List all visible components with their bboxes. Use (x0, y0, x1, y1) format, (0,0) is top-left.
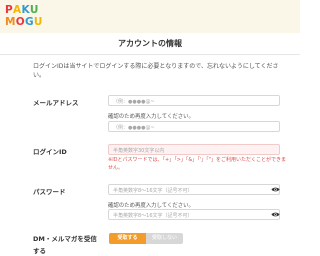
password-placeholder: 半角英数字8～16文字（記号不可） (113, 187, 193, 194)
login-id-placeholder: 半角英数字30文字以内 (113, 147, 165, 154)
page-title: アカウントの情報 (118, 39, 182, 48)
logo-letter: M (5, 16, 16, 28)
logo-letter: P (5, 4, 13, 16)
email-placeholder: （例：●●●●@~ (113, 98, 155, 105)
logo-letter: O (15, 16, 25, 28)
eye-icon[interactable] (271, 211, 280, 218)
logo-letter: U (29, 4, 39, 16)
login-id-label: ログインID (33, 148, 67, 156)
password-field[interactable]: 半角英数字8～16文字（記号不可） (108, 184, 280, 195)
login-id-error: ※IDとパスワードでは、「+」「>」「&」「'」「"」をご利用いただくことができ… (108, 157, 286, 171)
email-confirm-field[interactable]: （例：●●●●@~ (108, 121, 280, 132)
pakumogu-logo[interactable]: PAKU MOGU (5, 2, 42, 30)
password-confirm-placeholder: 半角英数字8～16文字（記号不可） (113, 212, 193, 219)
logo-row-2: MOGU (5, 16, 43, 28)
eye-icon[interactable] (271, 186, 280, 193)
password-confirm-field[interactable]: 半角英数字8～16文字（記号不可） (108, 209, 280, 220)
email-confirm-note: 確認のため再度入力してください。 (108, 114, 194, 120)
title-divider (0, 54, 300, 55)
newsletter-label-line1: DM・メルマガを受信 (33, 235, 97, 243)
logo-row-1: PAKU (5, 4, 39, 16)
logo-letter: U (33, 16, 43, 28)
intro-text: ログインIDは当サイトでログインする際に必要となりますので、忘れないようにしてく… (33, 63, 279, 79)
logo-letter: G (24, 16, 34, 28)
newsletter-yes-button[interactable]: 受取する (109, 233, 146, 244)
email-confirm-placeholder: （例：●●●●@~ (113, 124, 155, 131)
password-confirm-note: 確認のため再度入力してください。 (108, 203, 194, 209)
email-label: メールアドレス (33, 99, 79, 107)
logo-letter: K (21, 4, 30, 16)
email-field[interactable]: （例：●●●●@~ (108, 95, 280, 106)
newsletter-label: DM・メルマガを受信 する (33, 233, 97, 255)
newsletter-label-line2: する (33, 247, 46, 255)
newsletter-no-button[interactable]: 受取しない (146, 233, 183, 244)
site-header: PAKU MOGU (0, 0, 300, 33)
logo-letter: A (13, 4, 22, 16)
password-label: パスワード (33, 188, 66, 196)
login-id-field[interactable]: 半角英数字30文字以内 (108, 144, 280, 155)
